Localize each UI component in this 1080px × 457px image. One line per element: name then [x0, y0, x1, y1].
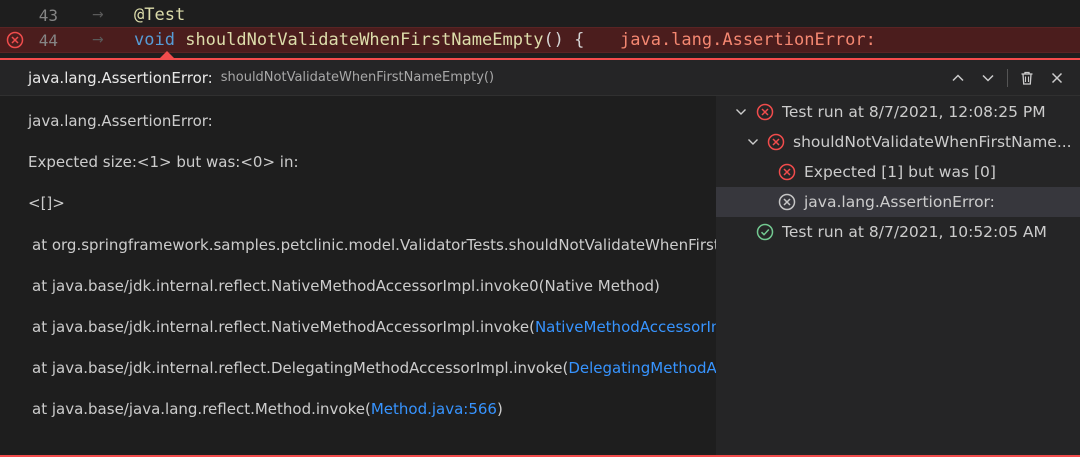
- code-text[interactable]: void shouldNotValidateWhenFirstNameEmpty…: [134, 30, 584, 50]
- clear-results-button[interactable]: [1014, 65, 1040, 91]
- inline-error-message[interactable]: java.lang.AssertionError:: [620, 30, 876, 50]
- tree-item-label: Test run at 8/7/2021, 12:08:25 PM: [782, 103, 1046, 121]
- tree-item-label: shouldNotValidateWhenFirstName...: [793, 133, 1072, 151]
- code-text[interactable]: @Test: [134, 5, 185, 25]
- source-location-link[interactable]: NativeMethodAccessorImpl.java:62): [535, 318, 716, 336]
- tree-item-label: java.lang.AssertionError:: [804, 193, 995, 211]
- trash-icon: [1021, 71, 1033, 85]
- stack-frame-suffix: ): [496, 400, 503, 418]
- failure-message-pane[interactable]: java.lang.AssertionError: Expected size:…: [0, 96, 716, 455]
- tree-item-test-run-failed[interactable]: Test run at 8/7/2021, 12:08:25 PM: [716, 97, 1080, 127]
- error-circle-icon[interactable]: [6, 31, 24, 49]
- punctuation-token: () {: [543, 30, 585, 50]
- actions-separator: [1007, 69, 1008, 87]
- error-circle-icon: [778, 163, 796, 181]
- line-number: 44: [38, 30, 58, 50]
- stack-frame-text: at org.springframework.samples.petclinic…: [32, 236, 716, 254]
- tree-item-label: Expected [1] but was [0]: [804, 163, 996, 181]
- message-line: Expected size:<1> but was:<0> in:: [28, 153, 299, 171]
- previous-failure-button[interactable]: [945, 65, 971, 91]
- stack-frame-text: at java.base/jdk.internal.reflect.Native…: [32, 318, 535, 336]
- close-peek-button[interactable]: [1044, 65, 1070, 91]
- code-line-44-error[interactable]: 44 → void shouldNotValidateWhenFirstName…: [0, 27, 1080, 53]
- error-circle-icon: [778, 193, 796, 211]
- peek-title: java.lang.AssertionError:: [28, 68, 213, 87]
- chevron-down-icon[interactable]: [746, 135, 760, 149]
- stack-frame: at java.base/java.lang.reflect.Method.in…: [32, 400, 503, 418]
- indent-arrow-icon: →: [92, 7, 104, 23]
- chevron-down-icon: [982, 74, 994, 82]
- error-circle-icon: [767, 133, 785, 151]
- tree-item-failure-message[interactable]: Expected [1] but was [0]: [716, 157, 1080, 187]
- stack-frame: at java.base/jdk.internal.reflect.Native…: [32, 277, 660, 295]
- tree-item-test-run-passed[interactable]: Test run at 8/7/2021, 10:52:05 AM: [716, 217, 1080, 247]
- test-failure-peek: java.lang.AssertionError: shouldNotValid…: [0, 51, 1080, 457]
- check-circle-icon: [756, 223, 774, 241]
- peek-header: java.lang.AssertionError: shouldNotValid…: [0, 60, 1080, 96]
- source-location-link[interactable]: Method.java:566: [371, 400, 497, 418]
- error-circle-icon: [756, 103, 774, 121]
- tree-item-test-method[interactable]: shouldNotValidateWhenFirstName...: [716, 127, 1080, 157]
- stack-frame-text: at java.base/jdk.internal.reflect.Native…: [32, 277, 660, 295]
- code-editor[interactable]: 43 → @Test 44 → void shouldNotValidateWh…: [0, 0, 1080, 58]
- stack-frame-text: at java.base/jdk.internal.reflect.Delega…: [32, 359, 569, 377]
- message-line: <[]>: [28, 194, 65, 212]
- chevron-up-icon: [952, 74, 964, 82]
- peek-subtitle: shouldNotValidateWhenFirstNameEmpty(): [220, 70, 495, 85]
- source-location-link[interactable]: DelegatingMethodAccessorImpl.java:43): [568, 359, 716, 377]
- peek-body: java.lang.AssertionError: Expected size:…: [0, 96, 1080, 455]
- peek-pointer: [159, 51, 175, 59]
- message-line: java.lang.AssertionError:: [28, 112, 213, 130]
- tree-item-label: Test run at 8/7/2021, 10:52:05 AM: [782, 223, 1047, 241]
- peek-actions: [945, 60, 1070, 96]
- stack-frame: at org.springframework.samples.petclinic…: [32, 236, 716, 254]
- keyword-token: void: [134, 30, 175, 50]
- chevron-down-icon[interactable]: [734, 105, 748, 119]
- stack-frame-text: at java.base/java.lang.reflect.Method.in…: [32, 400, 371, 418]
- line-number: 43: [38, 5, 58, 25]
- tree-item-assertion-error[interactable]: java.lang.AssertionError:: [716, 187, 1080, 217]
- next-failure-button[interactable]: [975, 65, 1001, 91]
- method-name-token: shouldNotValidateWhenFirstNameEmpty: [185, 30, 544, 50]
- stack-frame: at java.base/jdk.internal.reflect.Delega…: [32, 359, 716, 377]
- code-line-43[interactable]: 43 → @Test: [0, 2, 1080, 28]
- annotation-token: @Test: [134, 5, 186, 25]
- close-icon: [1051, 72, 1063, 84]
- test-results-tree: Test run at 8/7/2021, 12:08:25 PM should…: [716, 96, 1080, 455]
- indent-arrow-icon: →: [92, 32, 104, 48]
- stack-frame: at java.base/jdk.internal.reflect.Native…: [32, 318, 716, 336]
